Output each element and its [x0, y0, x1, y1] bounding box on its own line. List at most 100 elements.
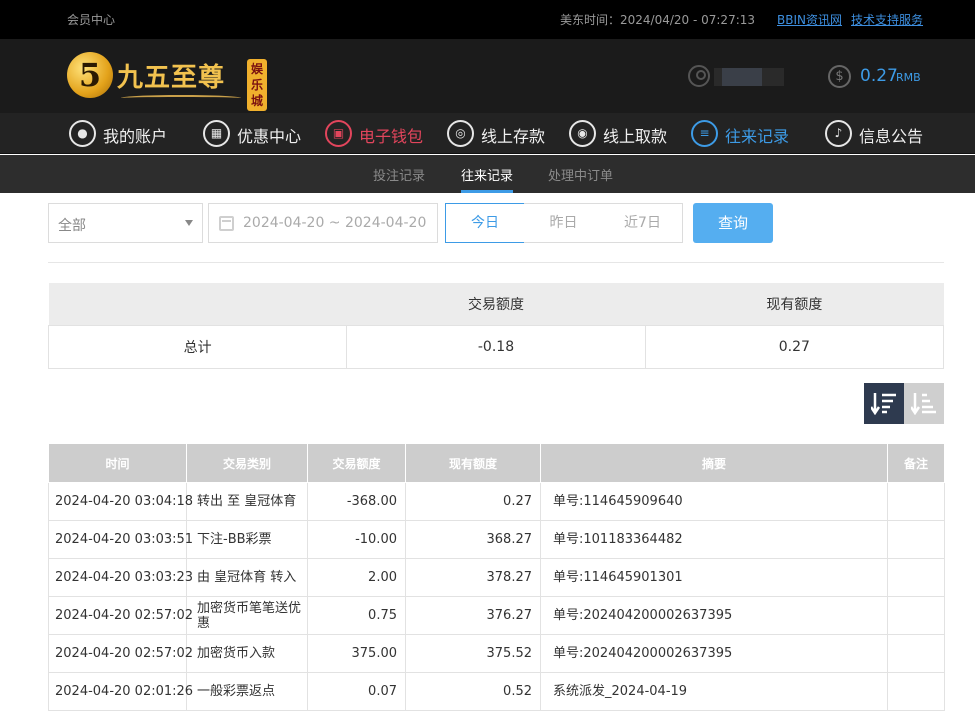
table-row: 2024-04-20 02:57:02 加密货币入款 375.00 375.52…: [48, 634, 945, 673]
logo-tag-text: 娱乐城: [250, 62, 263, 108]
logo-tag: 娱乐城: [247, 59, 267, 111]
user-icon: ●: [69, 120, 96, 147]
type-select[interactable]: 全部: [48, 203, 203, 243]
cell-type: 由 皇冠体育 转入: [186, 558, 308, 597]
nav-item-label: 我的账户: [103, 127, 168, 146]
logo-badge: 5: [67, 52, 113, 98]
type-select-value: 全部: [58, 218, 86, 234]
records-table: 时间 交易类别 交易额度 现有额度 摘要 备注 2024-04-20 03:04…: [48, 443, 945, 711]
cell-balance: 376.27: [405, 596, 541, 635]
calendar-icon: [219, 216, 234, 231]
cell-time: 2024-04-20 03:04:18: [48, 482, 193, 521]
records-icon: ≡: [691, 120, 718, 147]
cell-type: 加密货币入款: [186, 634, 308, 673]
sort-ascending-button[interactable]: [904, 383, 944, 424]
wallet-icon: ▣: [325, 120, 352, 147]
cell-summary: 单号:202404200002637395: [540, 634, 888, 673]
cell-balance: 0.52: [405, 672, 541, 711]
gift-icon: ▦: [203, 120, 230, 147]
tab-transaction-records[interactable]: 往来记录: [461, 165, 514, 193]
cell-type: 转出 至 皇冠体育: [186, 482, 308, 521]
cell-time: 2024-04-20 02:57:02: [48, 634, 193, 673]
logo-ornament: [121, 95, 241, 101]
nav-item-label: 线上存款: [481, 127, 546, 146]
member-center-label: 会员中心: [67, 13, 116, 27]
nav-item-label: 电子钱包: [359, 127, 424, 146]
quick-yesterday-button[interactable]: 昨日: [524, 203, 604, 243]
summary-total-amount: -0.18: [346, 324, 646, 369]
cell-amount: 375.00: [307, 634, 406, 673]
date-range-input[interactable]: 2024-04-20 ~ 2024-04-20: [208, 203, 438, 243]
bell-icon: ♪: [825, 120, 852, 147]
col-header-balance[interactable]: 现有额度: [405, 443, 541, 483]
cell-time: 2024-04-20 03:03:23: [48, 558, 193, 597]
site-logo[interactable]: 5 九五至尊 娱乐城: [67, 49, 272, 111]
col-header-remark[interactable]: 备注: [887, 443, 945, 483]
top-bar: 会员中心 美东时间：2024/04/20 - 07:27:13 BBIN资讯网 …: [0, 0, 975, 39]
bbin-info-link[interactable]: BBIN资讯网: [777, 11, 842, 28]
balance-amount: 0.27: [860, 66, 898, 86]
section-divider: [48, 262, 944, 263]
cell-time: 2024-04-20 02:57:02: [48, 596, 193, 635]
table-row: 2024-04-20 02:57:02 加密货币笔笔送优惠 0.75 376.2…: [48, 596, 945, 635]
records-header-row: 时间 交易类别 交易额度 现有额度 摘要 备注: [48, 443, 945, 483]
summary-table: 交易额度 现有额度 总计 -0.18 0.27: [47, 283, 945, 369]
cell-remark: [887, 634, 945, 673]
main-nav: ● 我的账户 ▦ 优惠中心 ▣ 电子钱包 ◎ 线上存款 ◉ 线上取款 ≡ 往来记…: [0, 113, 975, 154]
cell-amount: 2.00: [307, 558, 406, 597]
col-header-time[interactable]: 时间: [48, 443, 187, 483]
cell-time: 2024-04-20 03:03:51: [48, 520, 193, 559]
logo-name: 九五至尊: [117, 63, 226, 93]
tab-bet-records[interactable]: 投注记录: [373, 165, 425, 184]
date-range-value: 2024-04-20 ~ 2024-04-20: [243, 215, 427, 231]
col-header-amount[interactable]: 交易额度: [307, 443, 406, 483]
cell-summary: 单号:114645901301: [540, 558, 888, 597]
quick-today-button[interactable]: 今日: [445, 203, 525, 243]
cell-time: 2024-04-20 02:01:26: [48, 672, 193, 711]
user-account-area[interactable]: [688, 65, 788, 89]
summary-total-label: 总计: [47, 324, 348, 369]
cell-type: 下注-BB彩票: [186, 520, 308, 559]
cell-remark: [887, 672, 945, 711]
masked-username: [714, 68, 784, 86]
sort-asc-icon: [911, 393, 936, 415]
site-header: 5 九五至尊 娱乐城 $ 0.27 RMB: [0, 39, 975, 113]
sort-desc-icon: [871, 393, 896, 415]
summary-header-row: 交易额度 现有额度: [48, 283, 944, 325]
summary-header-amount: 交易额度: [346, 283, 646, 325]
cell-remark: [887, 596, 945, 635]
cell-balance: 378.27: [405, 558, 541, 597]
deposit-icon: ◎: [447, 120, 474, 147]
cell-type: 加密货币笔笔送优惠: [186, 596, 308, 635]
tab-pending-orders[interactable]: 处理中订单: [548, 165, 613, 184]
tech-support-link[interactable]: 技术支持服务: [851, 11, 923, 28]
col-header-summary[interactable]: 摘要: [540, 443, 888, 483]
table-row: 2024-04-20 03:04:18 转出 至 皇冠体育 -368.00 0.…: [48, 482, 945, 521]
withdraw-icon: ◉: [569, 120, 596, 147]
summary-total-row: 总计 -0.18 0.27: [47, 324, 945, 369]
balance-unit: RMB: [896, 71, 921, 84]
col-header-type[interactable]: 交易类别: [186, 443, 308, 483]
nav-item-label: 优惠中心: [237, 127, 302, 146]
summary-header-blank: [48, 283, 347, 325]
sub-nav: 投注记录 往来记录 处理中订单: [0, 155, 975, 193]
user-avatar-icon: [688, 65, 710, 87]
cell-amount: -10.00: [307, 520, 406, 559]
nav-item-label: 线上取款: [603, 127, 668, 146]
cell-remark: [887, 520, 945, 559]
eastern-time-label: 美东时间：2024/04/20 - 07:27:13: [560, 13, 756, 27]
quick-7days-button[interactable]: 近7日: [603, 203, 683, 243]
cell-balance: 368.27: [405, 520, 541, 559]
query-button[interactable]: 查询: [693, 203, 773, 243]
table-row: 2024-04-20 02:01:26 一般彩票返点 0.07 0.52 系统派…: [48, 672, 945, 711]
dollar-icon: $: [828, 65, 851, 88]
summary-total-balance: 0.27: [644, 324, 945, 369]
nav-item-label: 往来记录: [725, 127, 790, 146]
cell-remark: [887, 482, 945, 521]
cell-summary: 单号:101183364482: [540, 520, 888, 559]
cell-amount: 0.75: [307, 596, 406, 635]
sort-descending-button[interactable]: [864, 383, 904, 424]
table-row: 2024-04-20 03:03:23 由 皇冠体育 转入 2.00 378.2…: [48, 558, 945, 597]
cell-remark: [887, 558, 945, 597]
cell-summary: 单号:114645909640: [540, 482, 888, 521]
